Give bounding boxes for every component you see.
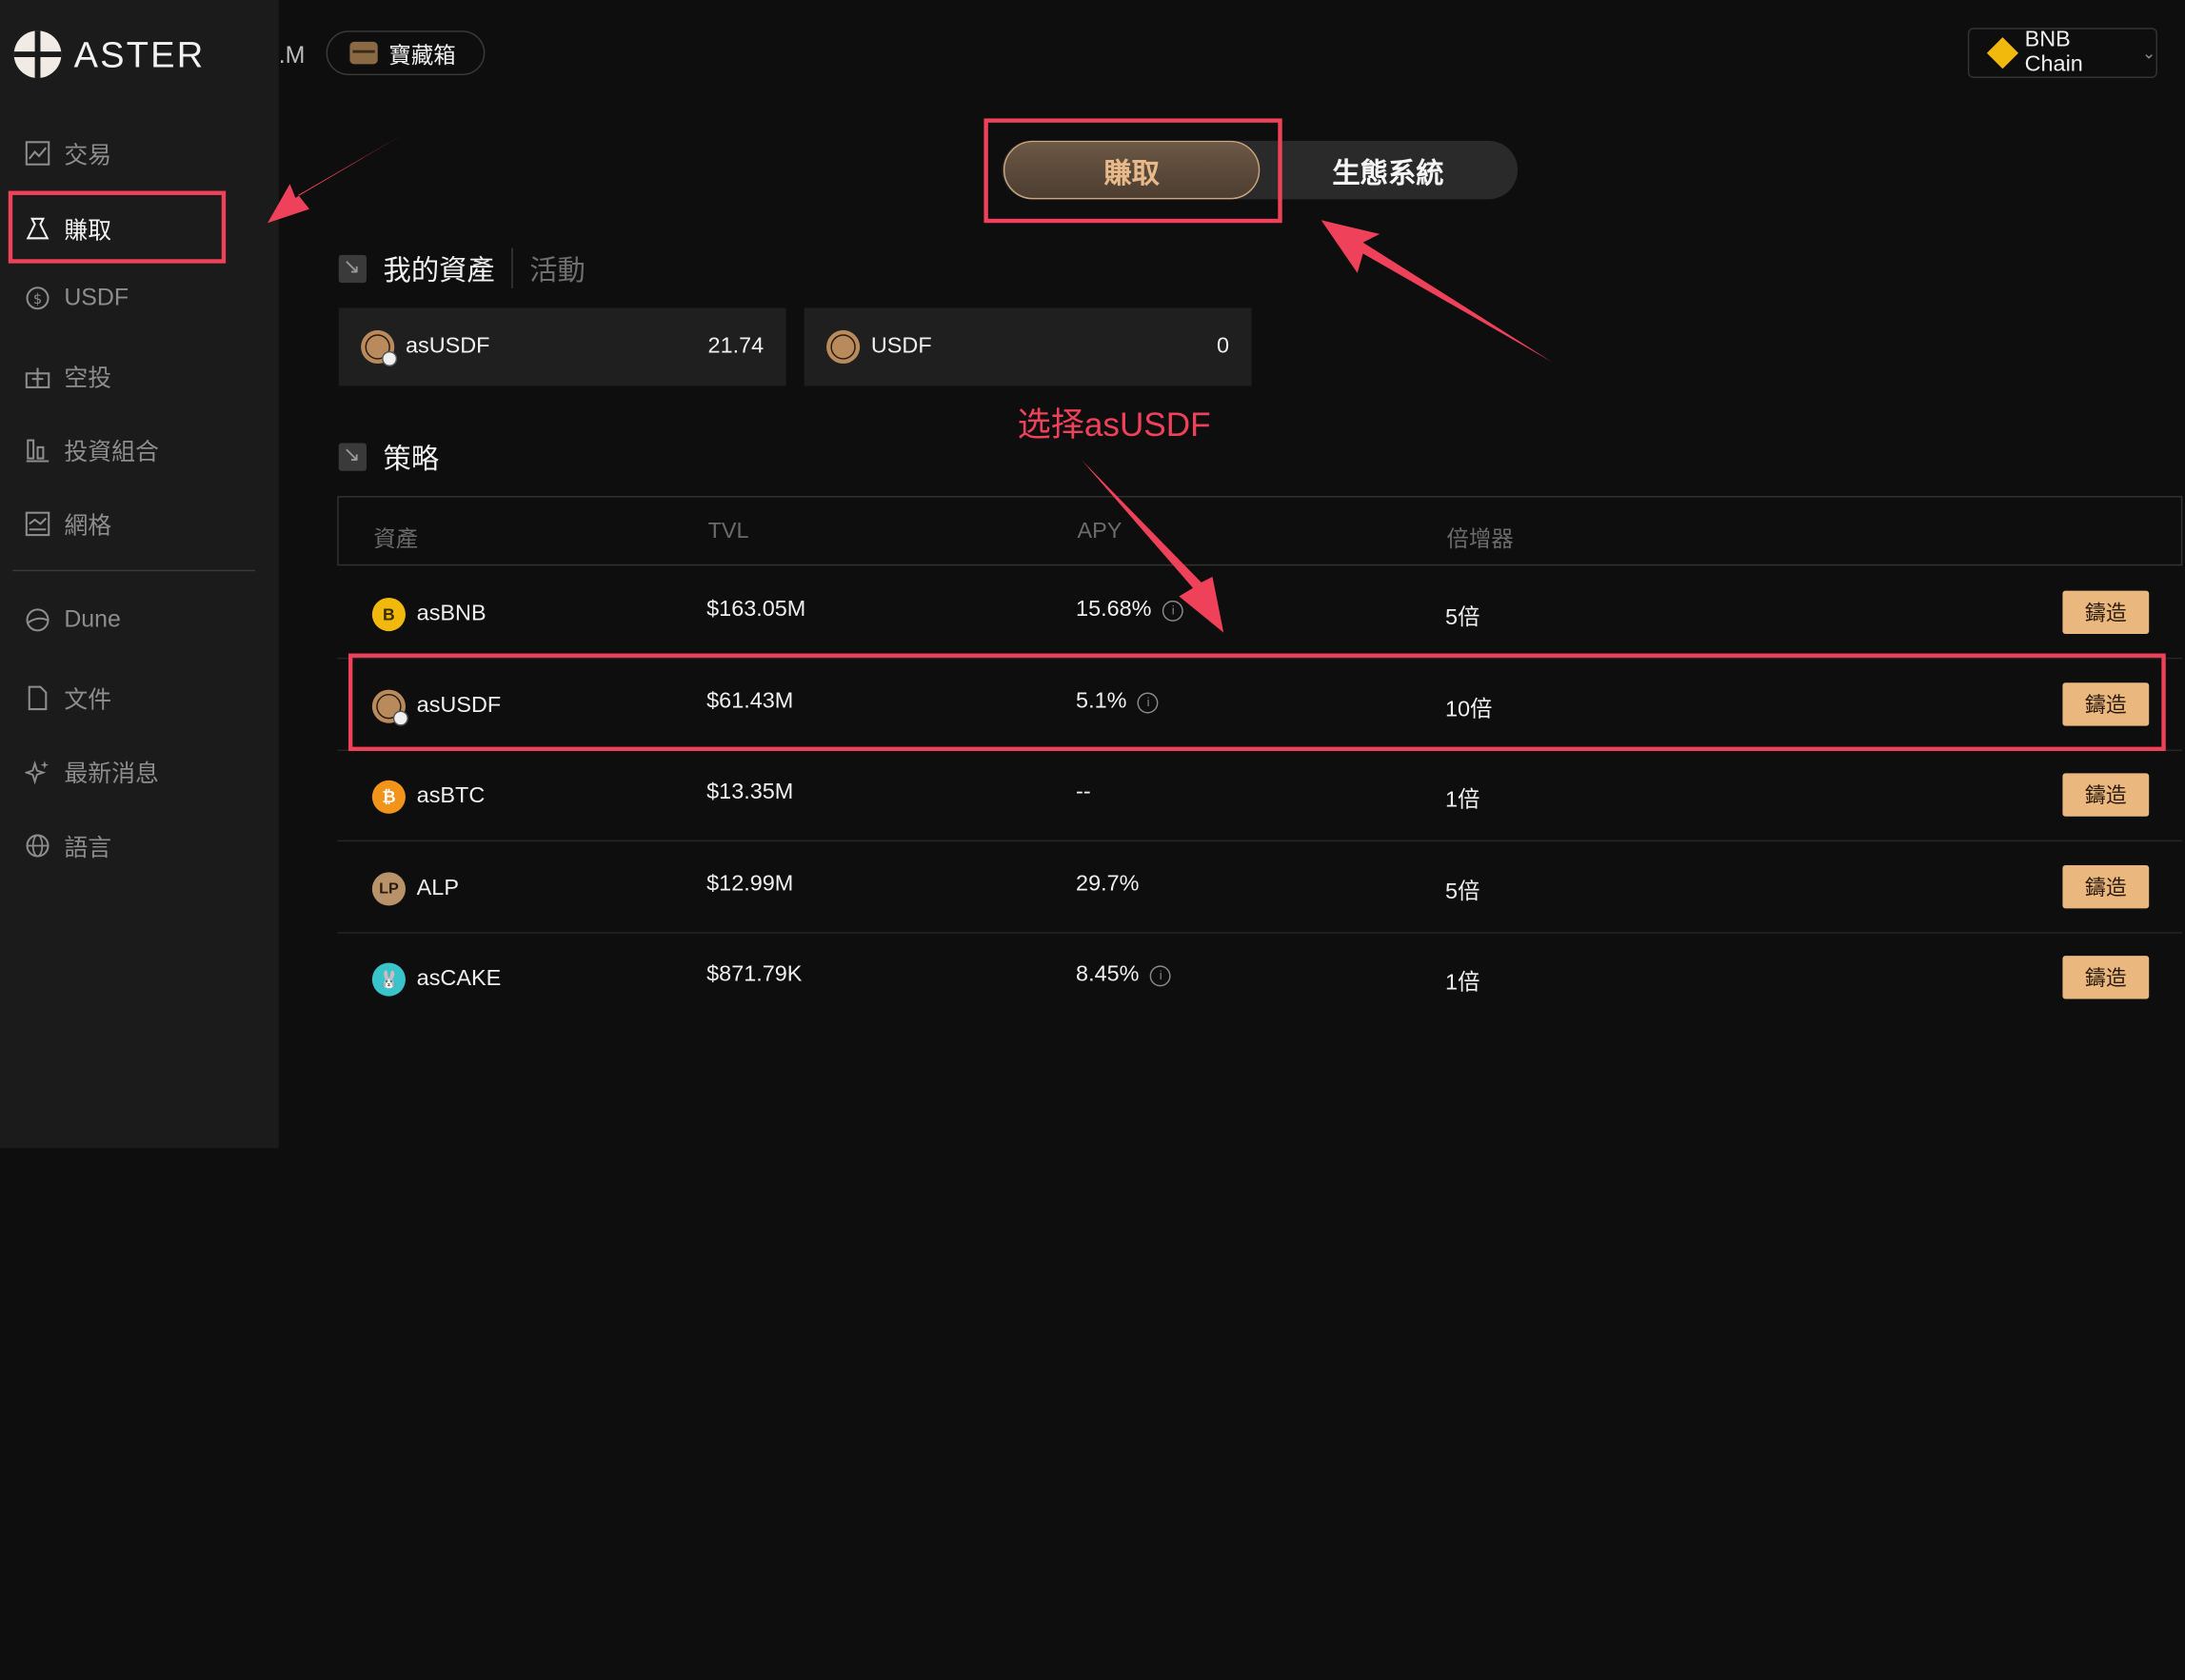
annotation-arrow-nav — [268, 133, 405, 224]
app-frame: ASTER 交易 賺取 $ USDF 空投 投資組合 網格 Dune 文件 最新… — [0, 0, 2185, 1680]
annotation-arrow-tab — [1321, 220, 1553, 363]
annotation-arrows — [268, 133, 1553, 633]
annotation-arrow-row — [1081, 460, 1224, 633]
